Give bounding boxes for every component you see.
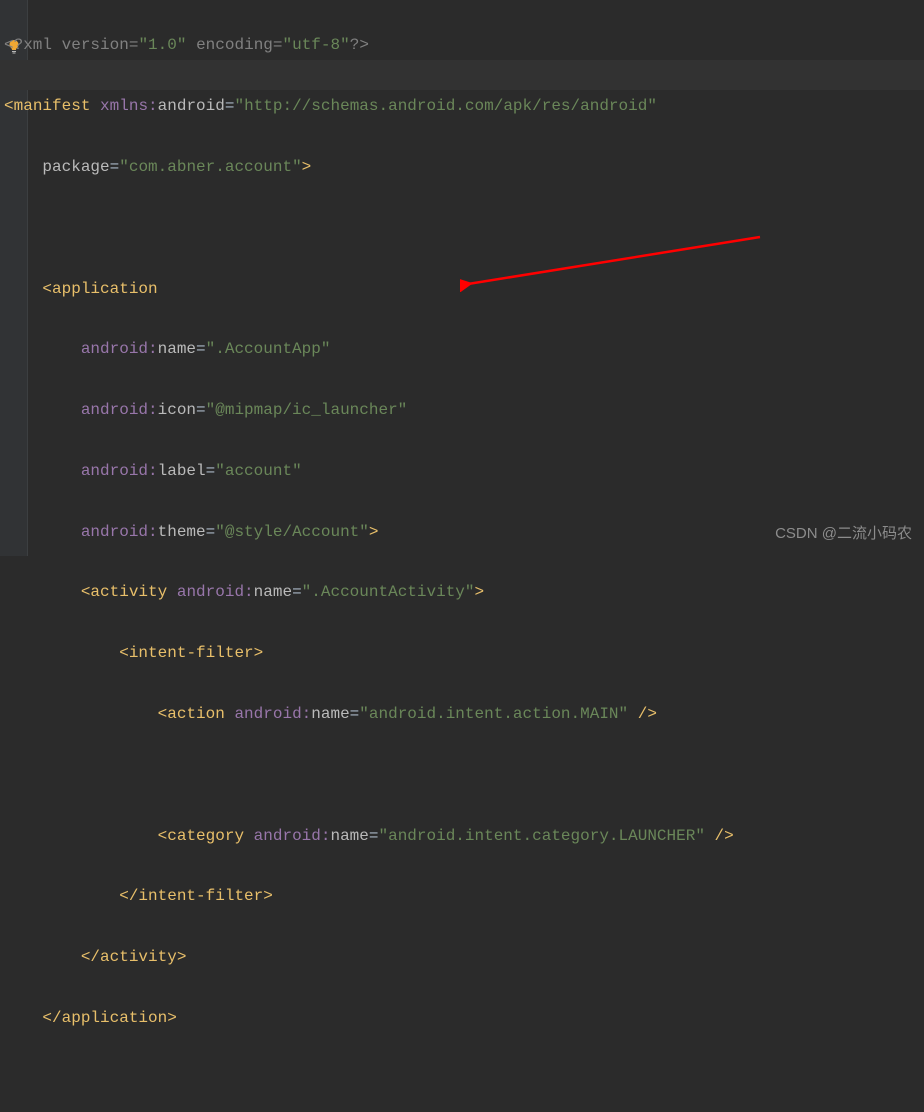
code-line[interactable] xyxy=(4,760,924,790)
code-line[interactable]: <intent-filter> xyxy=(4,638,924,668)
code-editor[interactable]: <?xml version="1.0" encoding="utf-8"?> <… xyxy=(0,0,924,1112)
code-line[interactable]: <category android:name="android.intent.c… xyxy=(4,821,924,851)
code-line[interactable]: <manifest xmlns:android="http://schemas.… xyxy=(4,91,924,121)
code-line[interactable]: <application xyxy=(4,274,924,304)
code-line[interactable]: <?xml version="1.0" encoding="utf-8"?> xyxy=(4,30,924,60)
code-line[interactable]: android:theme="@style/Account"> xyxy=(4,517,924,547)
code-line[interactable]: android:name=".AccountApp" xyxy=(4,334,924,364)
code-line[interactable]: </intent-filter> xyxy=(4,881,924,911)
code-line[interactable] xyxy=(4,213,924,243)
code-line[interactable]: android:label="account" xyxy=(4,456,924,486)
code-line[interactable]: android:icon="@mipmap/ic_launcher" xyxy=(4,395,924,425)
code-line[interactable]: </application> xyxy=(4,1003,924,1033)
code-line[interactable]: <activity android:name=".AccountActivity… xyxy=(4,577,924,607)
code-line[interactable]: </activity> xyxy=(4,942,924,972)
code-line[interactable]: <action android:name="android.intent.act… xyxy=(4,699,924,729)
code-line[interactable]: package="com.abner.account"> xyxy=(4,152,924,182)
code-line[interactable] xyxy=(4,1064,924,1094)
